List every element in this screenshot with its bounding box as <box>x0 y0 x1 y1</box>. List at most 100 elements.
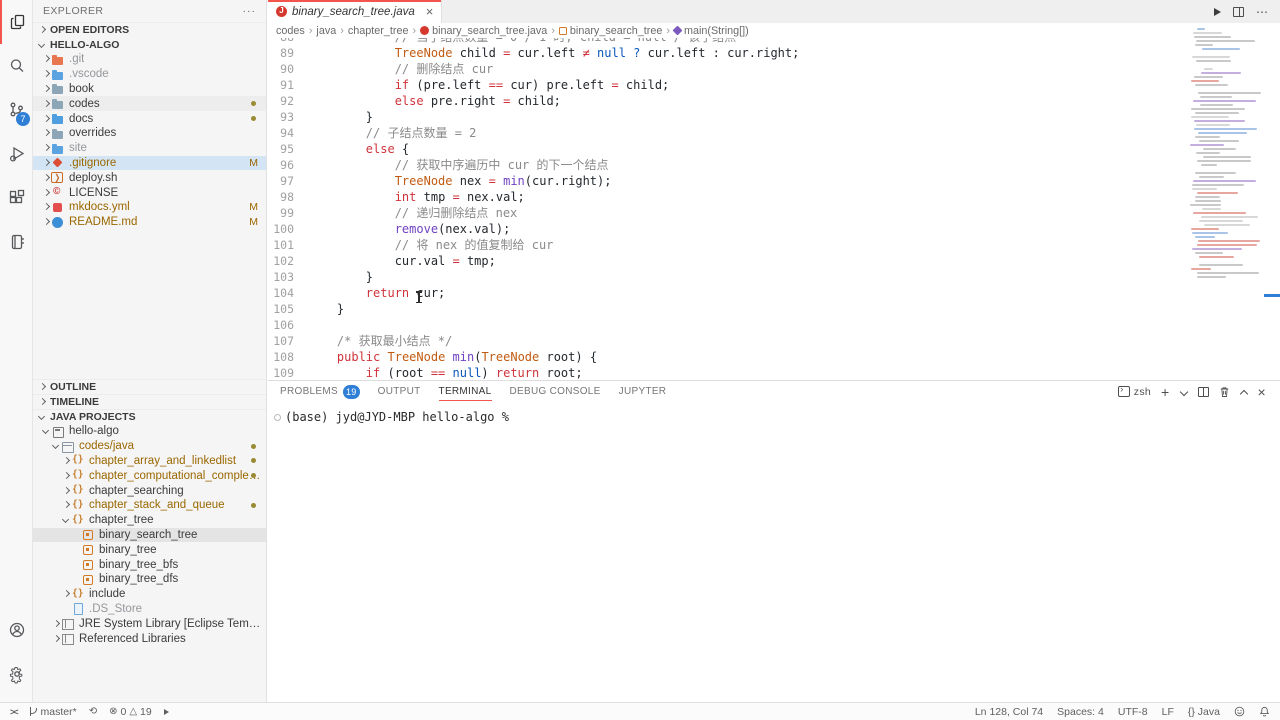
panel-tab-output[interactable]: OUTPUT <box>378 381 421 402</box>
tree-item-codes[interactable]: codes <box>33 96 266 111</box>
tree-item-overrides[interactable]: overrides <box>33 126 266 141</box>
problems-item[interactable]: ⊗ 0 △ 19 <box>109 706 152 718</box>
chevron-down-icon[interactable] <box>61 515 71 525</box>
tree-item-binary_tree[interactable]: binary_tree <box>33 542 266 557</box>
more-actions-icon[interactable]: ··· <box>243 5 257 17</box>
terminal-dropdown-icon[interactable] <box>1180 388 1188 396</box>
chevron-right-icon[interactable] <box>41 202 51 212</box>
split-terminal-icon[interactable] <box>1198 387 1209 397</box>
indentation[interactable]: Spaces: 4 <box>1057 706 1104 718</box>
tree-item-chapter_tree[interactable]: chapter_tree <box>33 513 266 528</box>
chevron-right-icon[interactable] <box>61 486 71 496</box>
panel-tab-debug-console[interactable]: DEBUG CONSOLE <box>510 381 601 402</box>
panel-tab-jupyter[interactable]: JUPYTER <box>619 381 667 402</box>
breadcrumb-item[interactable]: codes <box>276 25 305 37</box>
chevron-right-icon[interactable] <box>61 589 71 599</box>
run-debug-activity-icon[interactable] <box>0 132 33 176</box>
sync-button[interactable]: ⟲ <box>89 706 97 717</box>
section-timeline[interactable]: TIMELINE <box>33 394 266 409</box>
tree-item-chapter_searching[interactable]: chapter_searching <box>33 483 266 498</box>
explorer-activity-icon[interactable] <box>0 0 33 44</box>
notifications-bell-icon[interactable] <box>1259 706 1270 717</box>
chevron-right-icon[interactable] <box>61 471 71 481</box>
section-root-folder[interactable]: HELLO-ALGO <box>33 37 266 52</box>
eol[interactable]: LF <box>1162 706 1174 718</box>
chevron-right-icon[interactable] <box>41 54 51 64</box>
run-button[interactable] <box>1214 5 1221 19</box>
chevron-right-icon[interactable] <box>41 128 51 138</box>
tree-item-binary_tree_dfs[interactable]: binary_tree_dfs <box>33 572 266 587</box>
language-mode[interactable]: {} Java <box>1188 706 1220 718</box>
tab-binary-search-tree[interactable]: binary_search_tree.java × <box>268 0 442 23</box>
new-terminal-button[interactable]: + <box>1161 384 1169 400</box>
terminal[interactable]: (base) jyd@JYD-MBP hello-algo % <box>268 402 1280 424</box>
breadcrumb-item[interactable]: binary_search_tree.java <box>420 25 547 37</box>
settings-icon[interactable] <box>0 652 33 696</box>
close-panel-icon[interactable]: × <box>1258 384 1266 400</box>
tree-item-.vscode[interactable]: .vscode <box>33 67 266 82</box>
tree-item-binary_tree_bfs[interactable]: binary_tree_bfs <box>33 557 266 572</box>
chevron-right-icon[interactable] <box>41 217 51 227</box>
section-open-editors[interactable]: OPEN EDITORS <box>33 22 266 37</box>
chevron-right-icon[interactable] <box>51 619 61 629</box>
panel-tab-terminal[interactable]: TERMINAL <box>439 381 492 402</box>
tree-item-chapter_array_and_linkedlist[interactable]: chapter_array_and_linkedlist <box>33 454 266 469</box>
tree-item-mkdocs.yml[interactable]: mkdocs.ymlM <box>33 200 266 215</box>
tree-item-.gitignore[interactable]: .gitignoreM <box>33 156 266 171</box>
chevron-right-icon[interactable] <box>41 158 51 168</box>
chevron-right-icon[interactable] <box>41 143 51 153</box>
source-control-activity-icon[interactable]: 7 <box>0 88 33 132</box>
tree-item-book[interactable]: book <box>33 82 266 97</box>
overview-ruler[interactable] <box>1264 0 1280 380</box>
code-editor[interactable]: 88 // 当子结点数量 = 0 / 1 时, child = null / 该… <box>268 38 1190 380</box>
tree-item-include[interactable]: include <box>33 587 266 602</box>
tree-item-chapter_stack_and_queue[interactable]: chapter_stack_and_queue <box>33 498 266 513</box>
chevron-right-icon[interactable] <box>41 69 51 79</box>
chevron-right-icon[interactable] <box>41 188 51 198</box>
shell-label[interactable]: zsh <box>1134 386 1151 398</box>
feedback-icon[interactable] <box>1234 706 1245 717</box>
breadcrumb-item[interactable]: chapter_tree <box>348 25 409 37</box>
tree-item-site[interactable]: site <box>33 141 266 156</box>
tree-item-jresystemlibraryeclipsetemurin1717...[interactable]: JRE System Library [Eclipse Temurin 17 [… <box>33 616 266 631</box>
tree-item-deploy.sh[interactable]: deploy.sh <box>33 170 266 185</box>
tree-item-binary_search_tree[interactable]: binary_search_tree <box>33 528 266 543</box>
chevron-right-icon[interactable] <box>51 634 61 644</box>
encoding[interactable]: UTF-8 <box>1118 706 1148 718</box>
tree-item-chapter_computational_complexity[interactable]: chapter_computational_complexity <box>33 468 266 483</box>
run-status-icon[interactable] <box>164 709 169 715</box>
notebook-activity-icon[interactable] <box>0 220 33 264</box>
chevron-right-icon[interactable] <box>41 114 51 124</box>
extensions-activity-icon[interactable] <box>0 176 33 220</box>
trash-icon[interactable] <box>1219 386 1230 398</box>
git-branch-item[interactable]: master* <box>29 706 77 718</box>
chevron-down-icon[interactable] <box>41 426 51 436</box>
tree-item-referencedlibraries[interactable]: Referenced Libraries <box>33 631 266 646</box>
close-icon[interactable]: × <box>426 4 434 19</box>
chevron-right-icon[interactable] <box>61 500 71 510</box>
tree-item-readme.md[interactable]: README.mdM <box>33 215 266 230</box>
tree-item-.git[interactable]: .git <box>33 52 266 67</box>
tree-item-.ds_store[interactable]: .DS_Store <box>33 602 266 617</box>
breadcrumb-item[interactable]: main(String[]) <box>674 25 749 37</box>
chevron-right-icon[interactable] <box>61 456 71 466</box>
section-java-projects[interactable]: JAVA PROJECTS <box>33 409 266 424</box>
section-outline[interactable]: OUTLINE <box>33 379 266 394</box>
chevron-right-icon[interactable] <box>41 99 51 109</box>
minimap[interactable] <box>1190 28 1264 278</box>
cursor-position[interactable]: Ln 128, Col 74 <box>975 706 1043 718</box>
account-icon[interactable] <box>0 608 33 652</box>
tree-item-docs[interactable]: docs <box>33 111 266 126</box>
breadcrumb-item[interactable]: java <box>316 25 336 37</box>
tree-item-codesjava[interactable]: codes/java <box>33 439 266 454</box>
remote-indicator[interactable]: >< <box>10 707 17 717</box>
panel-tab-problems[interactable]: PROBLEMS19 <box>280 381 360 402</box>
tree-item-hello-algo[interactable]: hello-algo <box>33 424 266 439</box>
breadcrumb-item[interactable]: binary_search_tree <box>559 25 662 37</box>
split-editor-icon[interactable] <box>1233 7 1244 17</box>
chevron-right-icon[interactable] <box>41 173 51 183</box>
search-activity-icon[interactable] <box>0 44 33 88</box>
chevron-right-icon[interactable] <box>41 84 51 94</box>
maximize-panel-icon[interactable] <box>1240 388 1248 396</box>
tree-item-license[interactable]: LICENSE <box>33 185 266 200</box>
